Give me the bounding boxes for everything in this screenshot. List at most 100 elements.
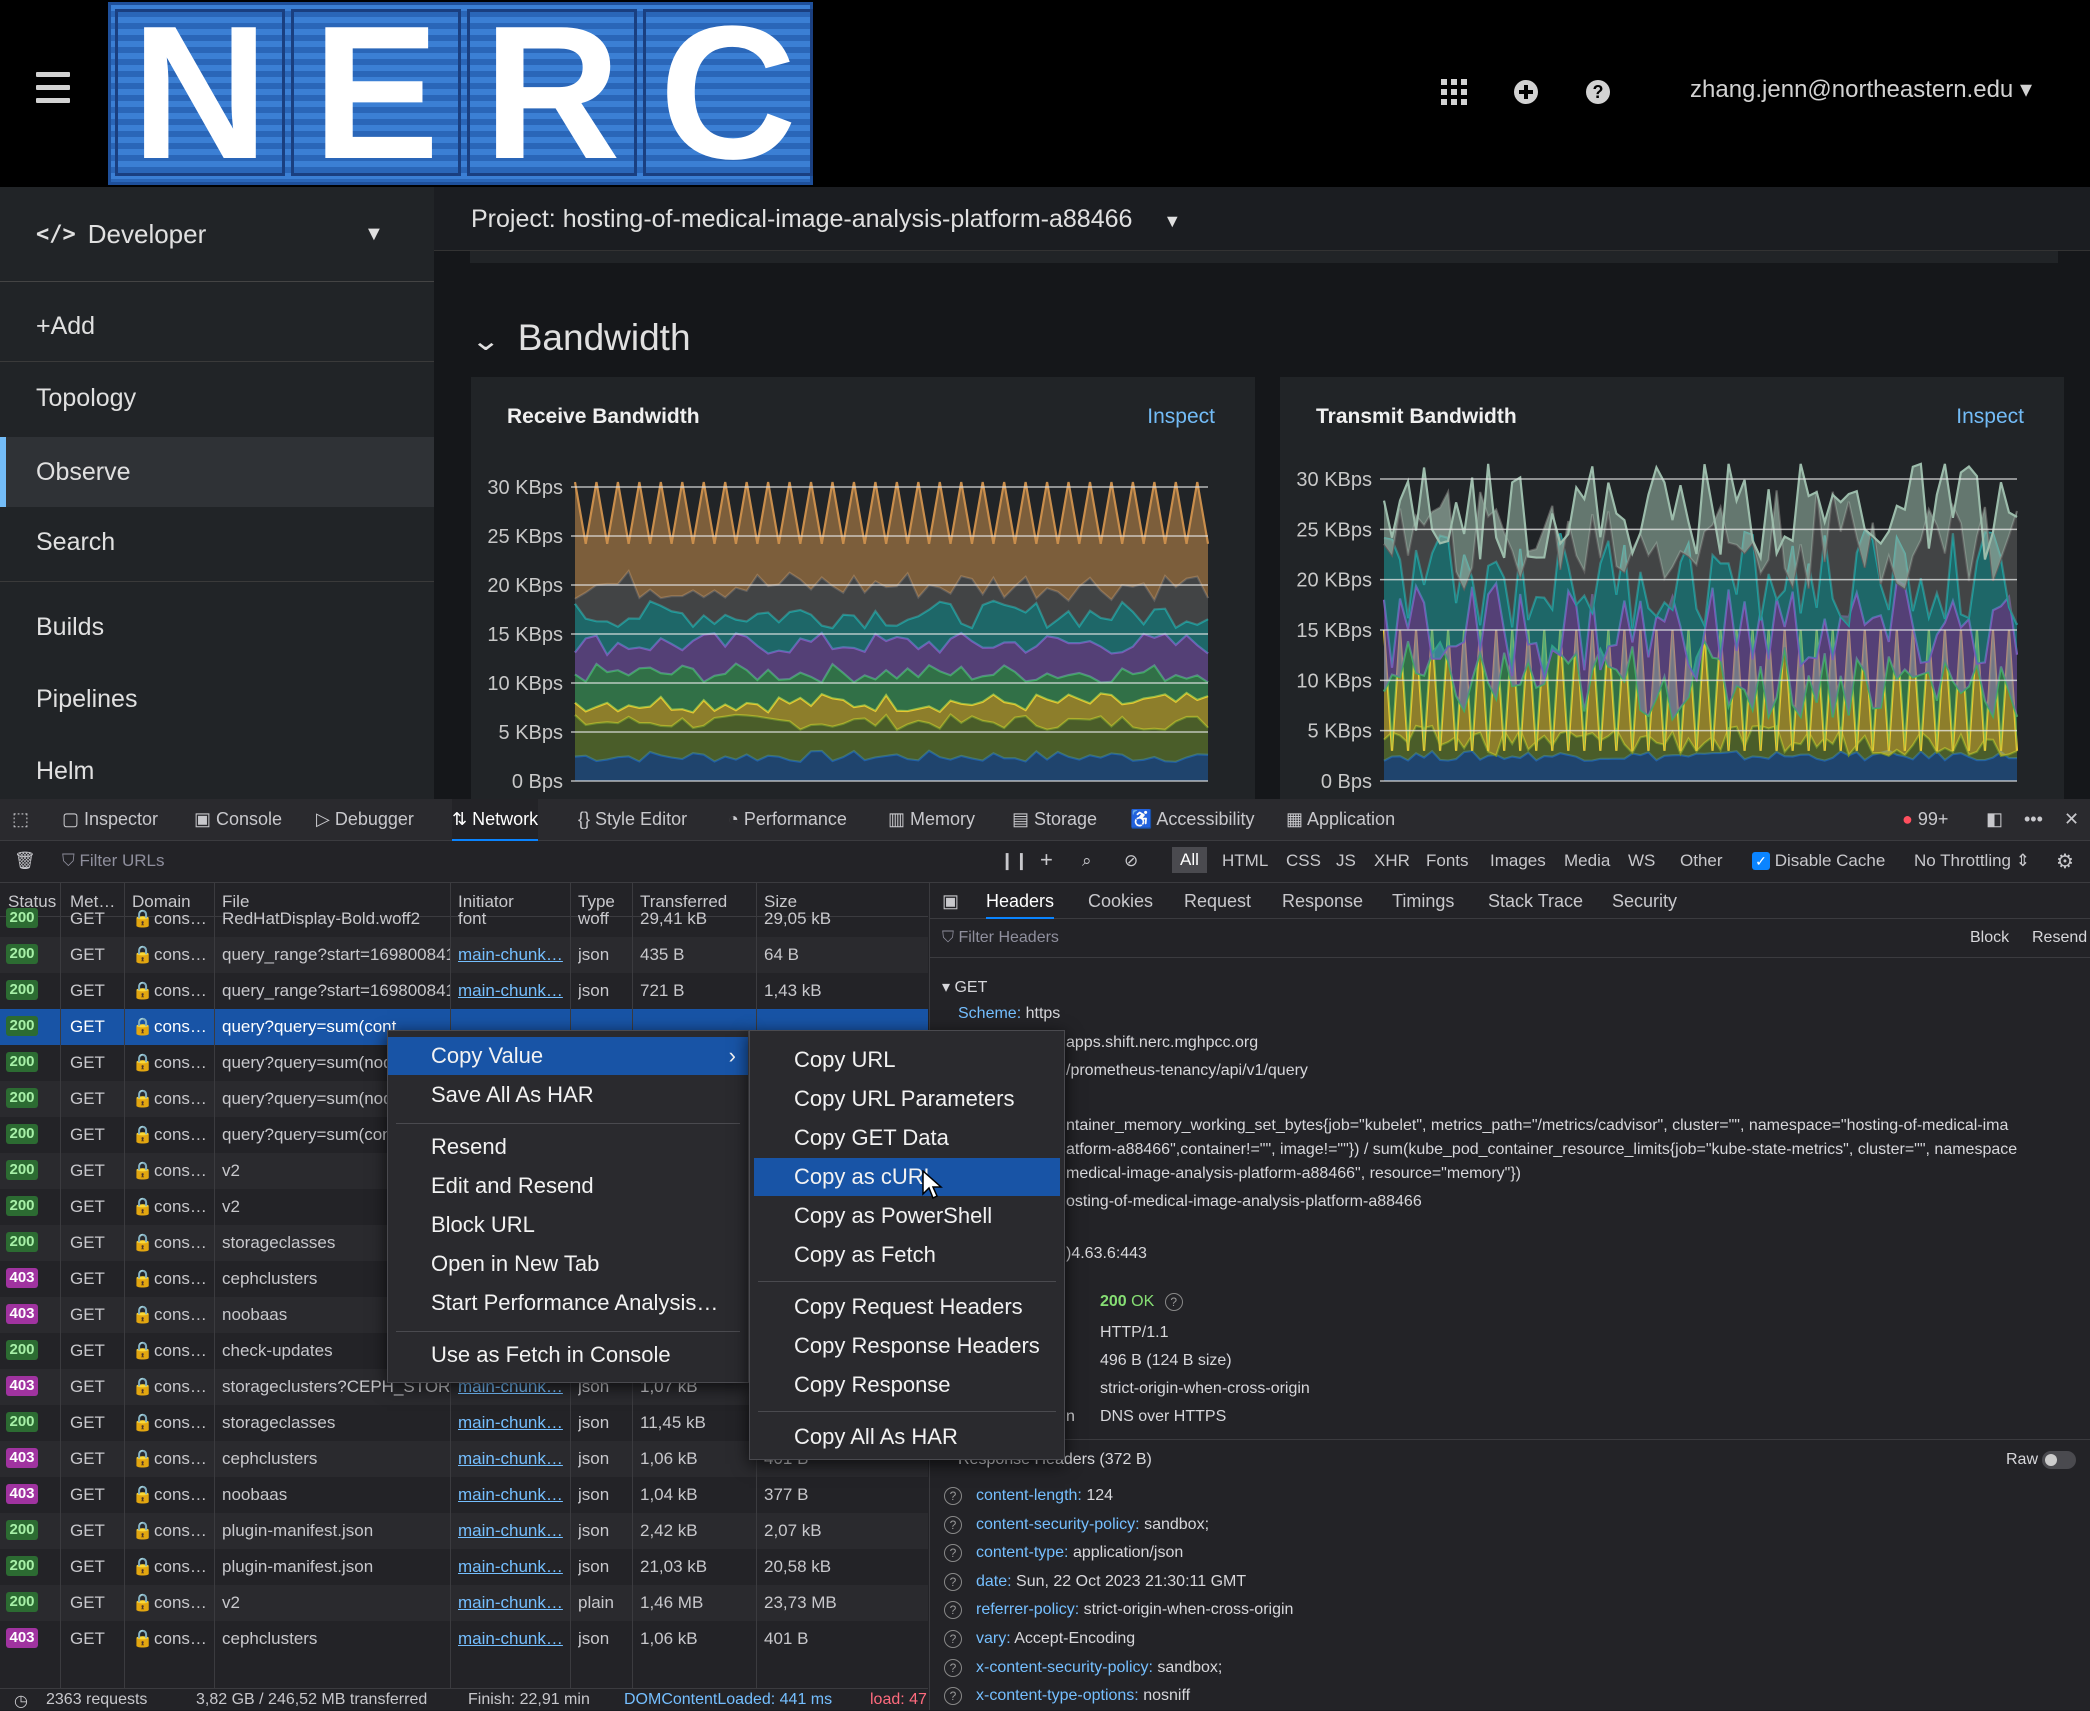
initiator-cell[interactable]: main-chunk…: [458, 1629, 568, 1649]
help-icon[interactable]: ?: [1164, 1293, 1183, 1311]
help-icon[interactable]: ?: [944, 1601, 962, 1620]
table-row[interactable]: 200 GET 🔒 cons… query_range?start=169800841 m…: [0, 937, 928, 973]
block-icon[interactable]: ⊘: [1124, 851, 1138, 871]
tab-security[interactable]: Security: [1612, 891, 1677, 912]
tab-stack-trace[interactable]: Stack Trace: [1488, 891, 1583, 912]
help-icon[interactable]: ?: [944, 1658, 962, 1677]
initiator-cell[interactable]: main-chunk…: [458, 981, 568, 1001]
nav-item-add[interactable]: +Add: [0, 291, 434, 361]
menu-item-copy-value[interactable]: Copy Value ›: [388, 1037, 748, 1075]
close-icon[interactable]: ✕: [2064, 809, 2079, 830]
sidebar-toggle-icon[interactable]: ▣: [942, 891, 959, 912]
filter-other[interactable]: Other: [1680, 851, 1723, 871]
nav-item-builds[interactable]: Builds: [0, 592, 434, 662]
disable-cache-checkbox[interactable]: ✓ Disable Cache: [1752, 851, 1885, 871]
hamburger-menu-button[interactable]: [36, 72, 70, 104]
tab-request[interactable]: Request: [1184, 891, 1251, 912]
initiator-cell[interactable]: main-chunk…: [458, 1557, 568, 1577]
menu-item-resend[interactable]: Resend: [388, 1128, 507, 1166]
help-circle-icon[interactable]: ?: [1578, 72, 1618, 112]
request-method-toggle[interactable]: ▾ GET: [942, 977, 987, 997]
menu-item-copy-as-powershell[interactable]: Copy as PowerShell: [750, 1197, 992, 1235]
more-options-icon[interactable]: •••: [2024, 809, 2043, 830]
help-icon[interactable]: ?: [944, 1487, 962, 1505]
nav-item-helm[interactable]: Helm: [0, 736, 434, 806]
filter-media[interactable]: Media: [1564, 851, 1610, 871]
raw-toggle[interactable]: Raw: [2006, 1451, 2077, 1469]
initiator-cell[interactable]: main-chunk…: [458, 1413, 568, 1433]
help-icon[interactable]: ?: [944, 1515, 962, 1534]
tab-accessibility[interactable]: ♿ Accessibility: [1130, 809, 1254, 830]
menu-item-copy-as-curl[interactable]: Copy as cURL: [754, 1158, 1060, 1196]
table-row[interactable]: 200 GET 🔒 cons… plugin-manifest.json main-chu…: [0, 1513, 928, 1549]
filter-html[interactable]: HTML: [1222, 851, 1268, 871]
menu-item-open-in-new-tab[interactable]: Open in New Tab: [388, 1245, 599, 1283]
app-launcher-grid-icon[interactable]: [1434, 72, 1474, 112]
initiator-cell[interactable]: main-chunk…: [458, 945, 568, 965]
menu-item-copy-get-data[interactable]: Copy GET Data: [750, 1119, 949, 1157]
help-icon[interactable]: ?: [944, 1572, 962, 1591]
menu-item-start-performance-analysis[interactable]: Start Performance Analysis…: [388, 1284, 718, 1322]
table-row[interactable]: 403 GET 🔒 cons… cephclusters main-chunk… json 1…: [0, 1621, 928, 1657]
help-icon[interactable]: ?: [944, 1544, 962, 1563]
section-header[interactable]: ⌄ Bandwidth: [470, 317, 690, 359]
table-row[interactable]: 200 GET 🔒 cons… plugin-manifest.json main-chu…: [0, 1549, 928, 1585]
menu-item-copy-url-parameters[interactable]: Copy URL Parameters: [750, 1080, 1014, 1118]
tab-cookies[interactable]: Cookies: [1088, 891, 1153, 912]
filter-ws[interactable]: WS: [1628, 851, 1655, 871]
filter-headers-input[interactable]: ⛉ Filter Headers: [942, 929, 1059, 947]
help-icon[interactable]: ?: [944, 1687, 962, 1706]
initiator-cell[interactable]: main-chunk…: [458, 1485, 568, 1505]
tab-headers[interactable]: Headers: [986, 883, 1055, 919]
project-selector[interactable]: Project: hosting-of-medical-image-analys…: [434, 187, 2090, 251]
table-row[interactable]: 200 GET 🔒 cons… RedHatDisplay-Bold.woff2 font…: [0, 901, 928, 937]
table-row[interactable]: 403 GET 🔒 cons… noobaas main-chunk… json 1,04 k…: [0, 1477, 928, 1513]
search-icon[interactable]: ⌕: [1082, 851, 1092, 871]
nav-item-observe[interactable]: Observe: [0, 437, 434, 507]
nav-item-search[interactable]: Search: [0, 507, 434, 577]
menu-item-copy-as-fetch[interactable]: Copy as Fetch: [750, 1236, 936, 1274]
help-icon[interactable]: ?: [944, 1630, 962, 1648]
initiator-cell[interactable]: main-chunk…: [458, 1449, 568, 1469]
nav-item-pipelines[interactable]: Pipelines: [0, 664, 434, 734]
tab-application[interactable]: ▦ Application: [1286, 809, 1395, 830]
table-row[interactable]: 200 GET 🔒 cons… v2 main-chunk… plain 1,46 MB 23,…: [0, 1585, 928, 1621]
table-row[interactable]: 200 GET 🔒 cons… query_range?start=169800841 m…: [0, 973, 928, 1009]
user-menu[interactable]: zhang.jenn@northeastern.edu ▾: [1690, 75, 2032, 104]
menu-item-block-url[interactable]: Block URL: [388, 1206, 535, 1244]
tab-inspector[interactable]: ▢ Inspector: [62, 809, 158, 830]
perspective-switcher[interactable]: </> Developer ▼: [0, 187, 434, 282]
filter-urls-input[interactable]: ⛉ Filter URLs: [62, 851, 165, 871]
tab-memory[interactable]: ▥ Memory: [888, 809, 975, 830]
throttling-select[interactable]: No Throttling ⇕: [1914, 851, 2030, 871]
filter-js[interactable]: JS: [1336, 851, 1356, 871]
error-count-badge[interactable]: ● 99+: [1902, 809, 1948, 830]
tab-console[interactable]: ▣ Console: [194, 809, 282, 830]
block-button[interactable]: Block: [1970, 929, 2009, 947]
menu-item-copy-request-headers[interactable]: Copy Request Headers: [750, 1288, 1023, 1326]
plus-icon[interactable]: +: [1040, 847, 1053, 873]
initiator-cell[interactable]: main-chunk…: [458, 1521, 568, 1541]
gear-icon[interactable]: ⚙: [2056, 849, 2074, 874]
tab-response[interactable]: Response: [1282, 891, 1363, 912]
trash-icon[interactable]: 🗑: [14, 851, 36, 871]
dock-toggle-icon[interactable]: ◧: [1986, 809, 2003, 830]
nav-item-topology[interactable]: Topology: [0, 363, 434, 433]
resend-button[interactable]: Resend: [2032, 929, 2087, 947]
pause-icon[interactable]: ❙❙: [1000, 851, 1029, 871]
tab-style-editor[interactable]: {} Style Editor: [578, 809, 687, 830]
menu-item-edit-and-resend[interactable]: Edit and Resend: [388, 1167, 594, 1205]
initiator-cell[interactable]: main-chunk…: [458, 1593, 568, 1613]
tab-debugger[interactable]: ▷ Debugger: [316, 809, 414, 830]
plus-circle-icon[interactable]: [1506, 72, 1546, 112]
filter-fonts[interactable]: Fonts: [1426, 851, 1469, 871]
menu-item-copy-all-as-har[interactable]: Copy All As HAR: [750, 1418, 958, 1456]
tab-performance[interactable]: ◔ Performance: [728, 809, 847, 830]
tab-storage[interactable]: ▤ Storage: [1012, 809, 1097, 830]
menu-item-copy-response[interactable]: Copy Response: [750, 1366, 951, 1404]
menu-item-use-as-fetch[interactable]: Use as Fetch in Console: [388, 1336, 671, 1374]
tab-timings[interactable]: Timings: [1392, 891, 1454, 912]
filter-xhr[interactable]: XHR: [1374, 851, 1410, 871]
filter-images[interactable]: Images: [1490, 851, 1546, 871]
tab-network[interactable]: ⇅ Network: [452, 799, 539, 841]
